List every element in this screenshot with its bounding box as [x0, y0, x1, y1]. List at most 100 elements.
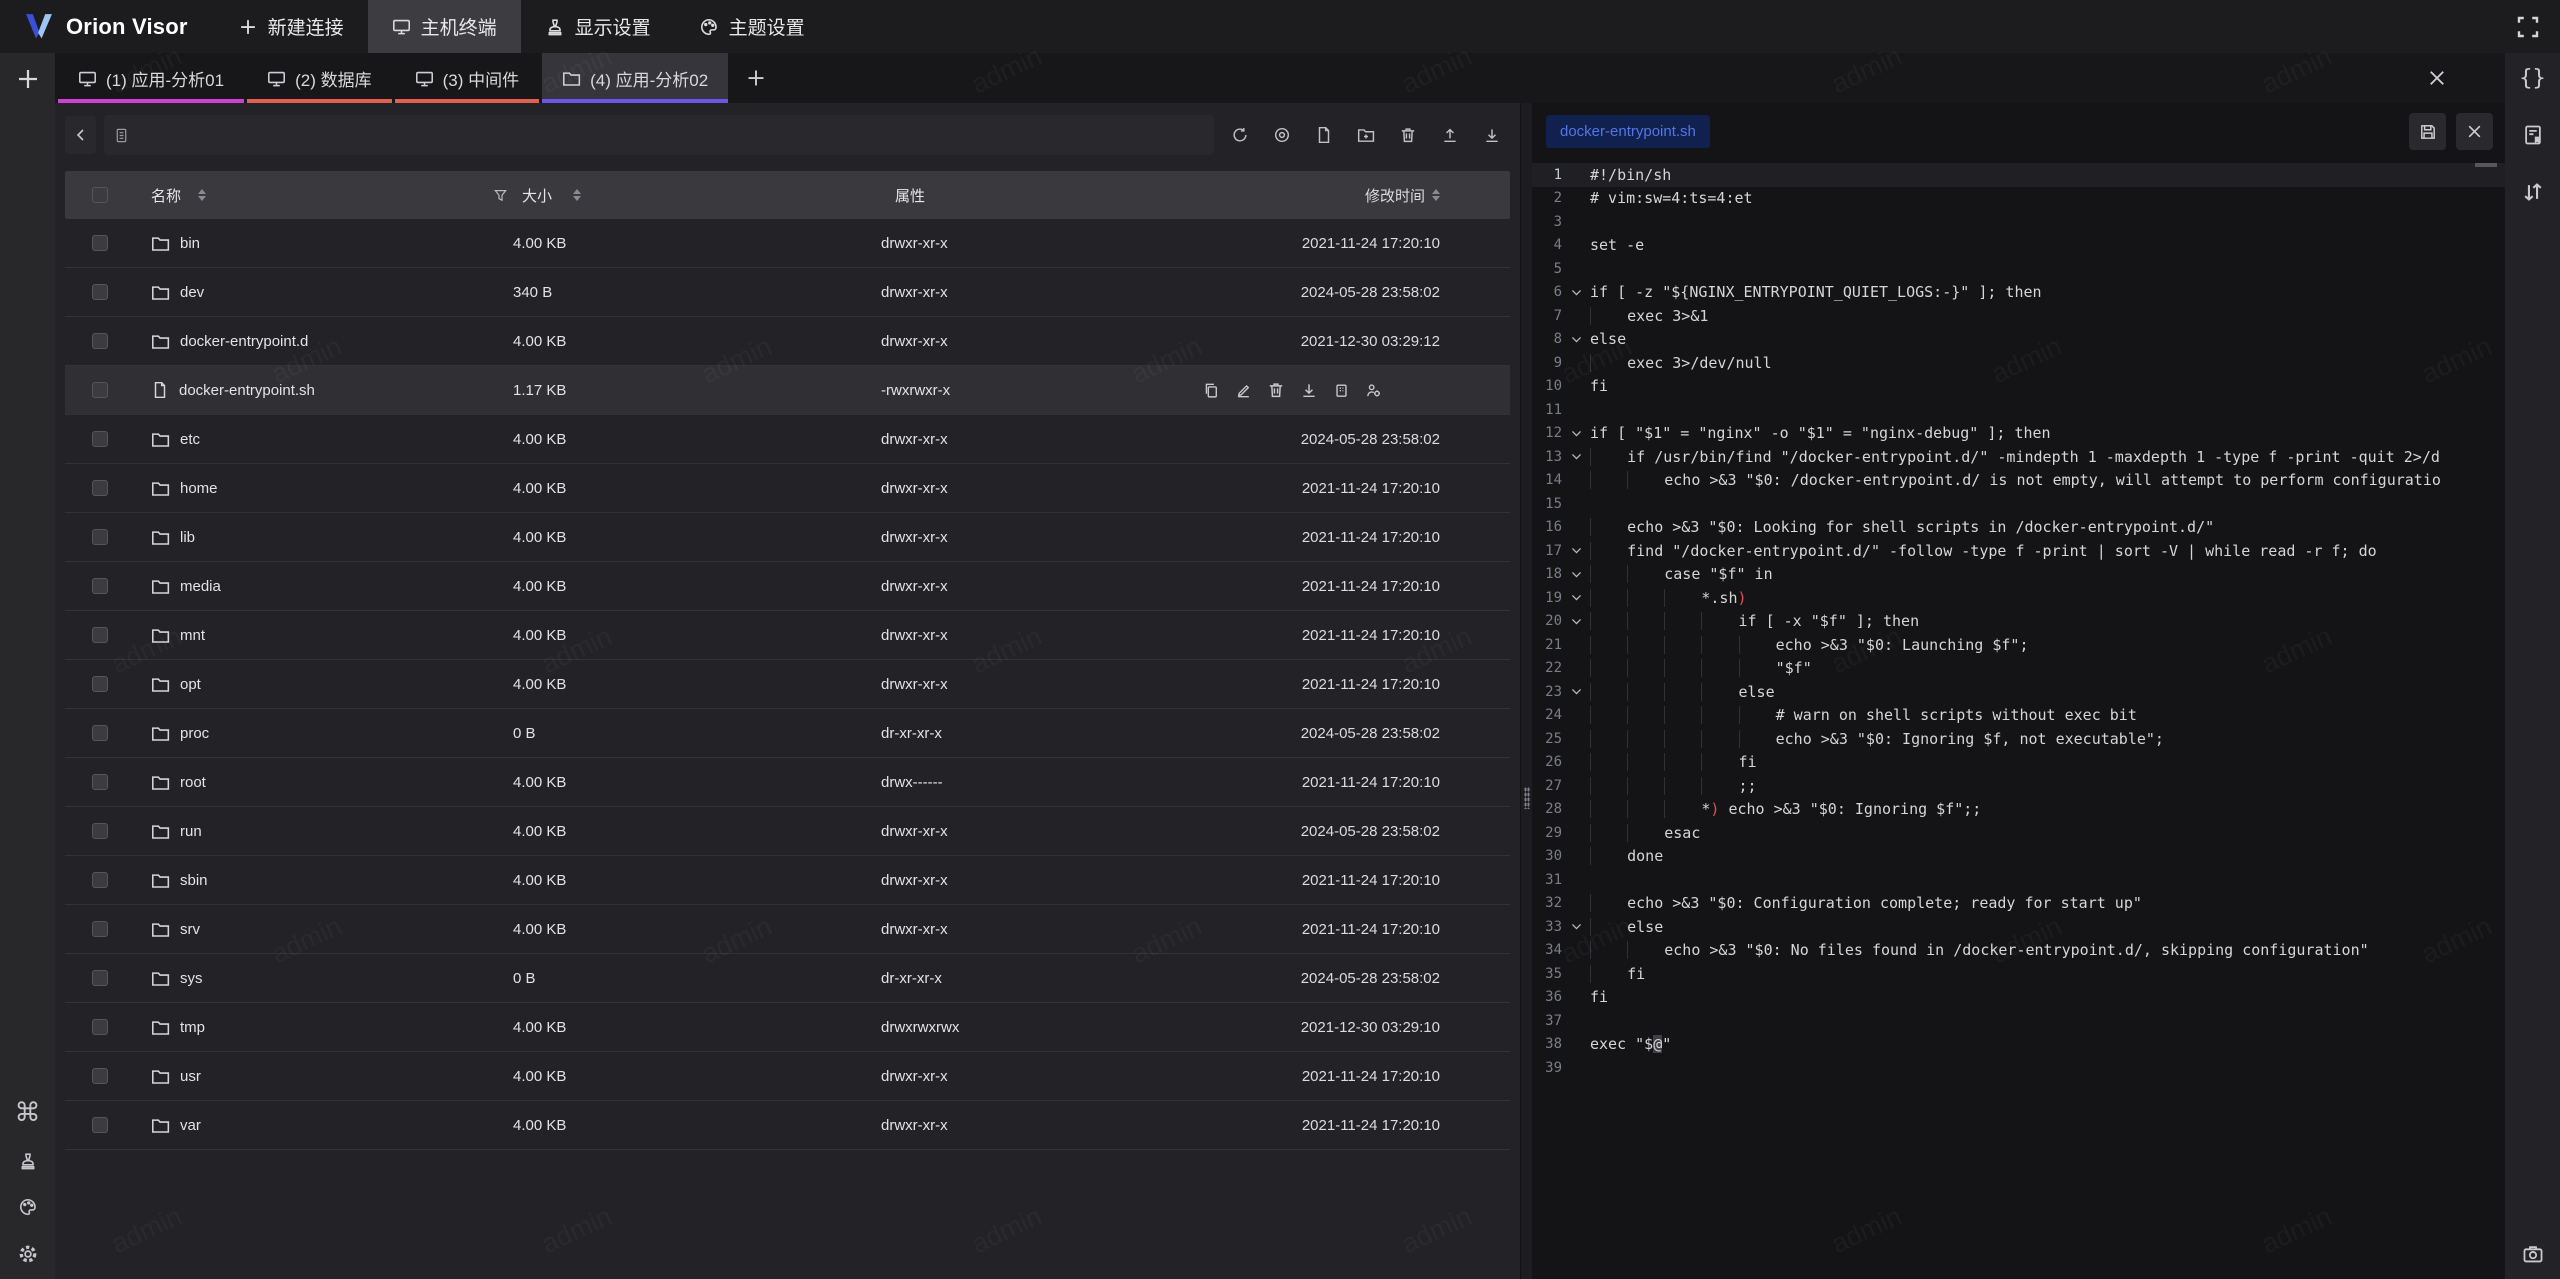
- editor-scrollbar-thumb[interactable]: [2475, 163, 2497, 167]
- code-line-3[interactable]: 3: [1532, 210, 2505, 234]
- file-row-bin[interactable]: bin 4.00 KB drwxr-xr-x 2021-11-24 17:20:…: [65, 219, 1510, 268]
- code-line-16[interactable]: 16 echo >&3 "$0: Looking for shell scrip…: [1532, 516, 2505, 540]
- command-icon[interactable]: ⌘: [15, 1099, 41, 1125]
- braces-icon[interactable]: {}: [2519, 68, 2546, 90]
- row-checkbox[interactable]: [92, 333, 108, 349]
- file-row-root[interactable]: root 4.00 KB drwx------ 2021-11-24 17:20…: [65, 758, 1510, 807]
- edit-icon[interactable]: [1235, 381, 1252, 399]
- row-checkbox[interactable]: [92, 823, 108, 839]
- code-line-1[interactable]: 1 #!/bin/sh: [1532, 163, 2505, 187]
- code-line-15[interactable]: 15: [1532, 492, 2505, 516]
- fold-chevron-icon[interactable]: [1562, 568, 1590, 581]
- fullscreen-icon[interactable]: [2516, 15, 2540, 39]
- editor-file-tab[interactable]: docker-entrypoint.sh: [1546, 115, 1710, 148]
- code-line-10[interactable]: 10 fi: [1532, 375, 2505, 399]
- file-row-srv[interactable]: srv 4.00 KB drwxr-xr-x 2021-11-24 17:20:…: [65, 905, 1510, 954]
- nav-item-host-terminal[interactable]: 主机终端: [368, 0, 521, 53]
- code-line-7[interactable]: 7 exec 3>&1: [1532, 304, 2505, 328]
- code-line-14[interactable]: 14 echo >&3 "$0: /docker-entrypoint.d/ i…: [1532, 469, 2505, 493]
- file-row-home[interactable]: home 4.00 KB drwxr-xr-x 2021-11-24 17:20…: [65, 464, 1510, 513]
- fold-chevron-icon[interactable]: [1562, 286, 1590, 299]
- path-input[interactable]: [137, 127, 1204, 144]
- file-row-sys[interactable]: sys 0 B dr-xr-xr-x 2024-05-28 23:58:02: [65, 954, 1510, 1003]
- code-line-4[interactable]: 4 set -e: [1532, 234, 2505, 258]
- row-checkbox[interactable]: [92, 1068, 108, 1084]
- row-checkbox[interactable]: [92, 676, 108, 692]
- row-checkbox[interactable]: [92, 284, 108, 300]
- close-editor-button[interactable]: [2456, 113, 2493, 150]
- code-line-21[interactable]: 21 echo >&3 "$0: Launching $f";: [1532, 633, 2505, 657]
- nav-item-display-settings[interactable]: 显示设置: [521, 0, 675, 53]
- refresh-button[interactable]: [1222, 116, 1258, 154]
- row-checkbox[interactable]: [92, 529, 108, 545]
- code-line-37[interactable]: 37: [1532, 1009, 2505, 1033]
- code-line-12[interactable]: 12 if [ "$1" = "nginx" -o "$1" = "nginx-…: [1532, 422, 2505, 446]
- panel-splitter[interactable]: [1520, 103, 1532, 1279]
- download-icon[interactable]: [1300, 381, 1318, 399]
- file-row-run[interactable]: run 4.00 KB drwxr-xr-x 2024-05-28 23:58:…: [65, 807, 1510, 856]
- sort-carets-icon[interactable]: [198, 189, 206, 201]
- nav-item-new-connection[interactable]: 新建连接: [214, 0, 368, 53]
- upload-button[interactable]: [1432, 116, 1468, 154]
- row-checkbox[interactable]: [92, 578, 108, 594]
- file-row-lib[interactable]: lib 4.00 KB drwxr-xr-x 2021-11-24 17:20:…: [65, 513, 1510, 562]
- code-line-30[interactable]: 30 done: [1532, 845, 2505, 869]
- fold-chevron-icon[interactable]: [1562, 591, 1590, 604]
- download-button[interactable]: [1474, 116, 1510, 154]
- file-row-docker-entrypoint.sh[interactable]: docker-entrypoint.sh 1.17 KB -rwxrwxr-x: [65, 366, 1510, 415]
- stamp-icon[interactable]: [18, 1151, 38, 1171]
- code-line-18[interactable]: 18 case "$f" in: [1532, 563, 2505, 587]
- splitter-grip-icon[interactable]: [1524, 787, 1530, 809]
- row-checkbox[interactable]: [92, 725, 108, 741]
- row-checkbox[interactable]: [92, 480, 108, 496]
- row-checkbox[interactable]: [92, 431, 108, 447]
- code-line-6[interactable]: 6 if [ -z "${NGINX_ENTRYPOINT_QUIET_LOGS…: [1532, 281, 2505, 305]
- camera-icon[interactable]: [2522, 1243, 2544, 1265]
- row-checkbox[interactable]: [92, 382, 108, 398]
- close-panel-icon[interactable]: [2427, 53, 2447, 103]
- terminal-tab-3[interactable]: (3) 中间件: [395, 53, 540, 103]
- row-checkbox[interactable]: [92, 1117, 108, 1133]
- row-checkbox[interactable]: [92, 1019, 108, 1035]
- save-file-button[interactable]: [2409, 113, 2446, 150]
- code-line-25[interactable]: 25 echo >&3 "$0: Ignoring $f, not execut…: [1532, 727, 2505, 751]
- code-line-24[interactable]: 24 # warn on shell scripts without exec …: [1532, 704, 2505, 728]
- doc-bookmark-icon[interactable]: [2522, 124, 2544, 146]
- filter-icon[interactable]: [493, 188, 508, 203]
- palette-icon[interactable]: [18, 1197, 38, 1217]
- code-line-32[interactable]: 32 echo >&3 "$0: Configuration complete;…: [1532, 892, 2505, 916]
- row-checkbox[interactable]: [92, 774, 108, 790]
- file-row-etc[interactable]: etc 4.00 KB drwxr-xr-x 2024-05-28 23:58:…: [65, 415, 1510, 464]
- code-line-17[interactable]: 17 find "/docker-entrypoint.d/" -follow …: [1532, 539, 2505, 563]
- code-line-28[interactable]: 28 *) echo >&3 "$0: Ignoring $f";;: [1532, 798, 2505, 822]
- code-line-11[interactable]: 11: [1532, 398, 2505, 422]
- code-line-26[interactable]: 26 fi: [1532, 751, 2505, 775]
- back-button[interactable]: [65, 116, 96, 154]
- fold-chevron-icon[interactable]: [1562, 333, 1590, 346]
- add-tab-icon[interactable]: [728, 53, 784, 103]
- row-checkbox[interactable]: [92, 921, 108, 937]
- row-checkbox[interactable]: [92, 872, 108, 888]
- folder-new-button[interactable]: [1348, 116, 1384, 154]
- code-line-8[interactable]: 8 else: [1532, 328, 2505, 352]
- select-all-checkbox[interactable]: [92, 187, 108, 203]
- fold-chevron-icon[interactable]: [1562, 450, 1590, 463]
- code-editor[interactable]: 1 #!/bin/sh 2 # vim:sw=4:ts=4:et 3 4 set…: [1532, 160, 2505, 1279]
- code-line-34[interactable]: 34 echo >&3 "$0: No files found in /dock…: [1532, 939, 2505, 963]
- eye-button[interactable]: [1264, 116, 1300, 154]
- fold-chevron-icon[interactable]: [1562, 427, 1590, 440]
- trash-icon[interactable]: [1267, 381, 1285, 399]
- code-line-9[interactable]: 9 exec 3>/dev/null: [1532, 351, 2505, 375]
- code-line-35[interactable]: 35 fi: [1532, 962, 2505, 986]
- gear-icon[interactable]: [17, 1243, 39, 1265]
- file-row-docker-entrypoint.d[interactable]: docker-entrypoint.d 4.00 KB drwxr-xr-x 2…: [65, 317, 1510, 366]
- fold-chevron-icon[interactable]: [1562, 544, 1590, 557]
- fold-chevron-icon[interactable]: [1562, 615, 1590, 628]
- terminal-tab-2[interactable]: (2) 数据库: [247, 53, 392, 103]
- fold-chevron-icon[interactable]: [1562, 685, 1590, 698]
- fold-chevron-icon[interactable]: [1562, 920, 1590, 933]
- file-row-opt[interactable]: opt 4.00 KB drwxr-xr-x 2021-11-24 17:20:…: [65, 660, 1510, 709]
- file-new-button[interactable]: [1306, 116, 1342, 154]
- terminal-tab-4[interactable]: (4) 应用-分析02: [542, 53, 728, 103]
- file-row-dev[interactable]: dev 340 B drwxr-xr-x 2024-05-28 23:58:02: [65, 268, 1510, 317]
